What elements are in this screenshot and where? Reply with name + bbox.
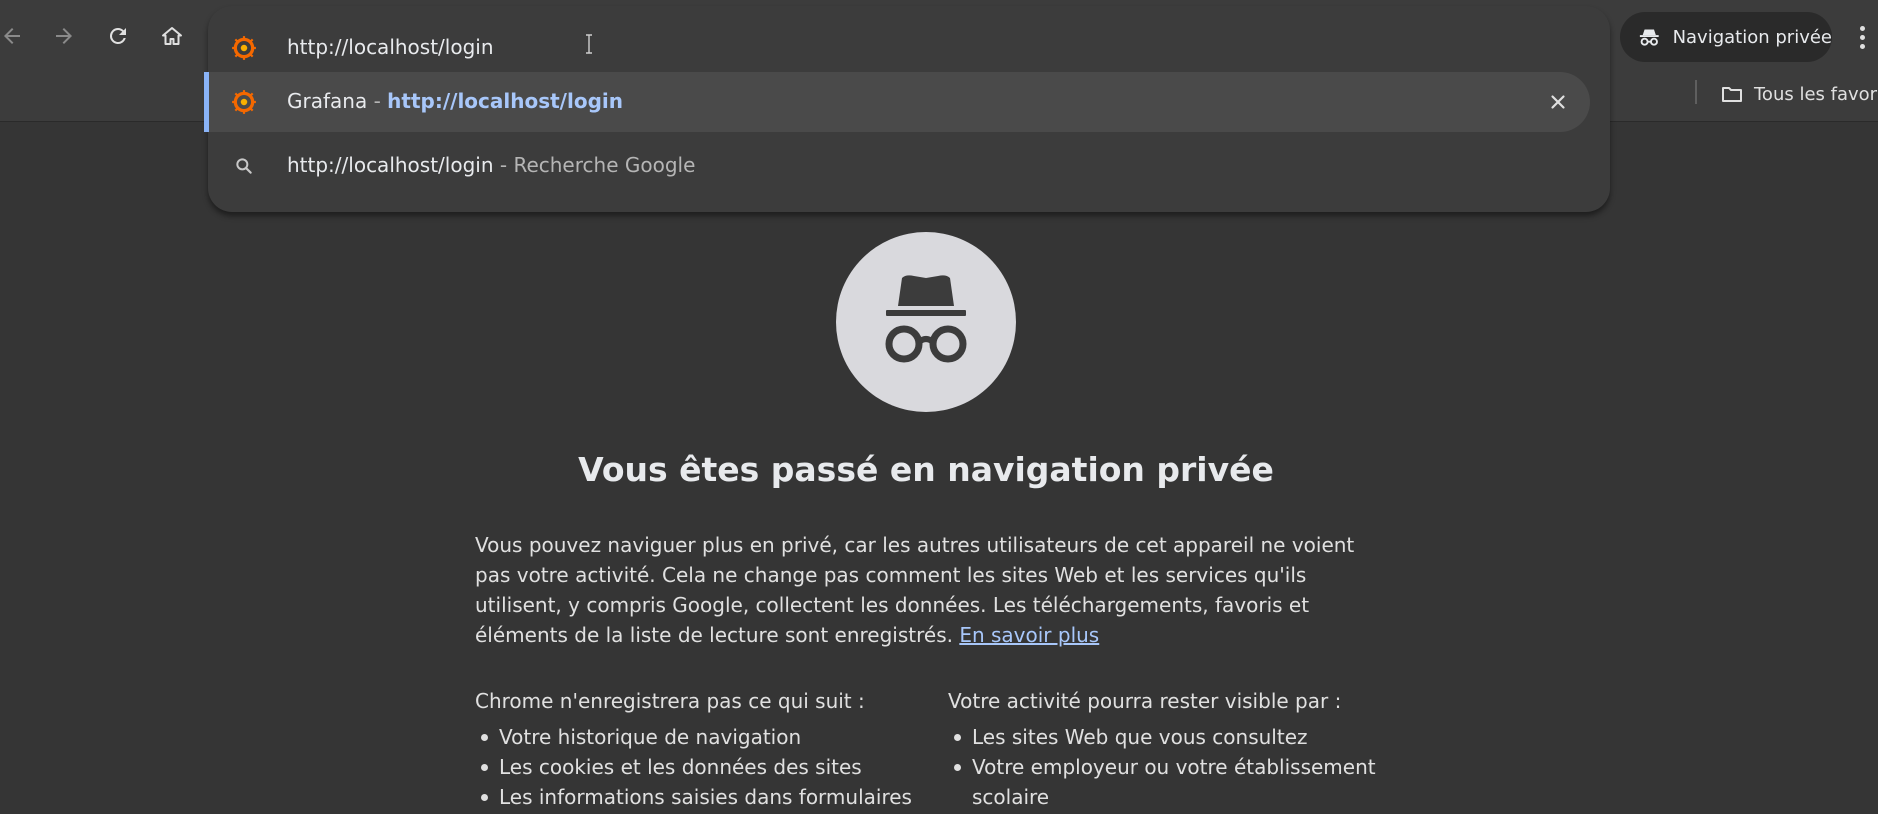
incognito-label: Navigation privée (1672, 26, 1832, 48)
suggestion-query: http://localhost/login (287, 153, 494, 177)
back-icon (4, 28, 20, 44)
incognito-icon (1639, 29, 1659, 46)
not-saved-section: Chrome n'enregistrera pas ce qui suit : … (475, 686, 915, 812)
home-icon (162, 27, 182, 45)
intro-paragraph: Vous pouvez naviguer plus en privé, car … (475, 530, 1375, 650)
suggestion-description: Recherche Google (513, 153, 696, 177)
list-item: Les cookies et les données des sites (475, 752, 915, 782)
suggestion-text: http://localhost/login - Recherche Googl… (287, 153, 695, 177)
visible-heading: Votre activité pourra rester visible par… (948, 689, 1342, 713)
text-cursor-icon (586, 34, 592, 54)
not-saved-heading: Chrome n'enregistrera pas ce qui suit : (475, 689, 865, 713)
home-button[interactable] (154, 18, 190, 54)
visible-list: Les sites Web que vous consultez Votre e… (948, 722, 1388, 812)
omnibox-popup: http://localhost/login Grafana - http://… (204, 6, 1610, 212)
intro-text: Vous pouvez naviguer plus en privé, car … (475, 533, 1355, 647)
grafana-icon (230, 88, 258, 116)
suggestion-url: http://localhost/login (387, 89, 623, 113)
incognito-indicator-button[interactable]: Navigation privée (1620, 12, 1832, 62)
search-icon (230, 152, 258, 180)
grafana-icon (230, 34, 258, 62)
reload-button[interactable] (100, 18, 136, 54)
reload-icon (109, 27, 126, 44)
suggestion-separator: - (367, 89, 388, 113)
visible-section: Votre activité pourra rester visible par… (948, 686, 1388, 812)
incognito-hero-icon (836, 232, 1016, 412)
suggestion-text: Grafana - http://localhost/login (287, 89, 623, 113)
list-item: Votre historique de navigation (475, 722, 915, 752)
learn-more-link[interactable]: En savoir plus (959, 623, 1099, 647)
list-item: Les informations saisies dans formulaire… (475, 782, 915, 812)
back-button[interactable] (0, 18, 30, 54)
suggestion-title: Grafana (287, 89, 368, 113)
list-item: Les sites Web que vous consultez (948, 722, 1388, 752)
omnibox-suggestion-grafana[interactable]: Grafana - http://localhost/login (204, 72, 1590, 132)
omnibox-input-row[interactable]: http://localhost/login (208, 18, 1590, 78)
suggestion-separator: - (493, 153, 514, 177)
omnibox-suggestion-search[interactable]: http://localhost/login - Recherche Googl… (208, 136, 1590, 196)
page-title: Vous êtes passé en navigation privée (578, 450, 1274, 489)
remove-suggestion-button[interactable] (1544, 88, 1572, 116)
list-item: Votre employeur ou votre établissement s… (948, 752, 1388, 812)
not-saved-list: Votre historique de navigation Les cooki… (475, 722, 915, 812)
menu-icon[interactable] (1852, 22, 1872, 52)
all-bookmarks-label: Tous les favoris (1754, 83, 1878, 105)
bookmarks-divider (1695, 80, 1697, 104)
close-icon (1551, 95, 1565, 109)
all-bookmarks-button[interactable]: Tous les favoris (1720, 80, 1878, 108)
forward-icon (56, 28, 72, 44)
omnibox-input[interactable]: http://localhost/login (287, 35, 494, 59)
forward-button[interactable] (46, 18, 82, 54)
folder-icon (1722, 87, 1742, 102)
